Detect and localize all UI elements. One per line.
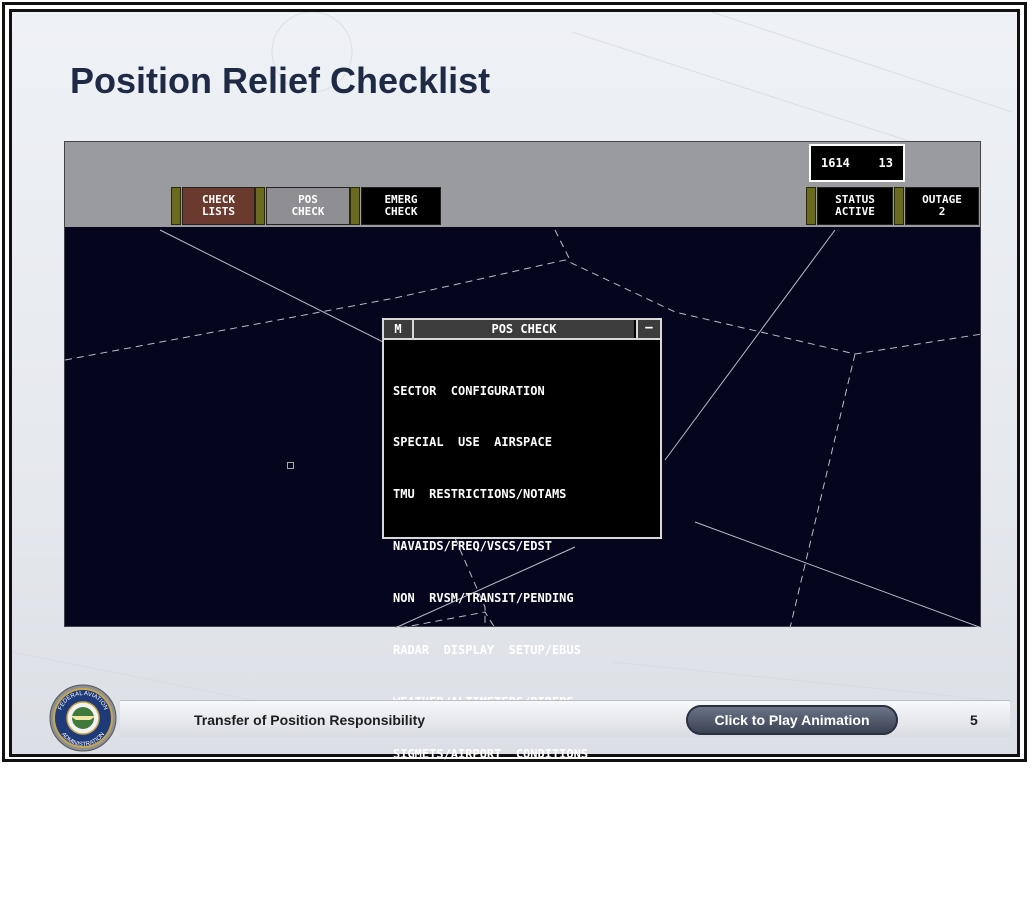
outage-line2: 2 [938, 205, 946, 218]
pos-check-header: M POS CHECK − [384, 320, 660, 340]
clock-readout: 1614 13 [809, 144, 905, 182]
olive-tab [806, 187, 816, 225]
play-animation-button[interactable]: Click to Play Animation [686, 705, 898, 735]
footer-title: Transfer of Position Responsibility [194, 712, 426, 728]
slide-title: Position Relief Checklist [70, 60, 491, 101]
list-item[interactable]: TRAFFIC CURRENT/PENDING [393, 850, 588, 867]
clock-time: 1614 [821, 156, 850, 170]
pos-check-window[interactable]: M POS CHECK − SECTOR CONFIGURATION SPECI… [382, 318, 662, 865]
pos-check-line2: CHECK [291, 205, 325, 218]
minimize-button[interactable]: − [636, 320, 660, 338]
pos-check-button[interactable]: POS CHECK [266, 187, 350, 225]
status-active-button[interactable]: STATUS ACTIVE [817, 187, 893, 225]
emerg-check-button[interactable]: EMERG CHECK [361, 187, 441, 225]
list-item[interactable]: NAVAIDS/FREQ/VSCS/EDST [393, 538, 588, 555]
olive-tab [350, 187, 360, 225]
olive-tab [171, 187, 181, 225]
status-line2: ACTIVE [835, 205, 875, 218]
outage-button[interactable]: OUTAGE 2 [905, 187, 979, 225]
cursor-box [287, 462, 294, 469]
list-item[interactable]: RADAR DISPLAY SETUP/EBUS [393, 642, 588, 659]
list-item[interactable]: SECTOR CONFIGURATION [393, 383, 588, 400]
list-item[interactable]: SPECIAL USE AIRSPACE [393, 434, 588, 451]
radar-display[interactable]: 1614 13 CHECK LISTS POS CHECK EMERG CHEC… [64, 141, 982, 865]
list-item[interactable]: COMMUNICATION STATUS [393, 798, 588, 815]
clock-value: 13 [878, 156, 893, 170]
list-item[interactable]: NON RVSM/TRANSIT/PENDING [393, 590, 588, 607]
pos-check-list: SECTOR CONFIGURATION SPECIAL USE AIRSPAC… [393, 348, 588, 902]
check-lists-line2: LISTS [201, 205, 236, 218]
check-lists-button[interactable]: CHECK LISTS [182, 187, 255, 225]
list-item[interactable]: SIGMETS/AIRPORT CONDITIONS [393, 746, 588, 763]
list-item[interactable]: TMU RESTRICTIONS/NOTAMS [393, 486, 588, 503]
faa-seal-icon: FEDERAL AVIATION ADMINISTRATION [49, 684, 117, 752]
emerg-check-line2: CHECK [384, 205, 418, 218]
olive-tab [255, 187, 265, 225]
pos-check-title: POS CHECK [414, 320, 634, 338]
olive-tab [894, 187, 904, 225]
display-control-bar: 1614 13 CHECK LISTS POS CHECK EMERG CHEC… [65, 142, 980, 227]
page-number: 5 [970, 712, 978, 728]
move-button[interactable]: M [384, 320, 414, 338]
